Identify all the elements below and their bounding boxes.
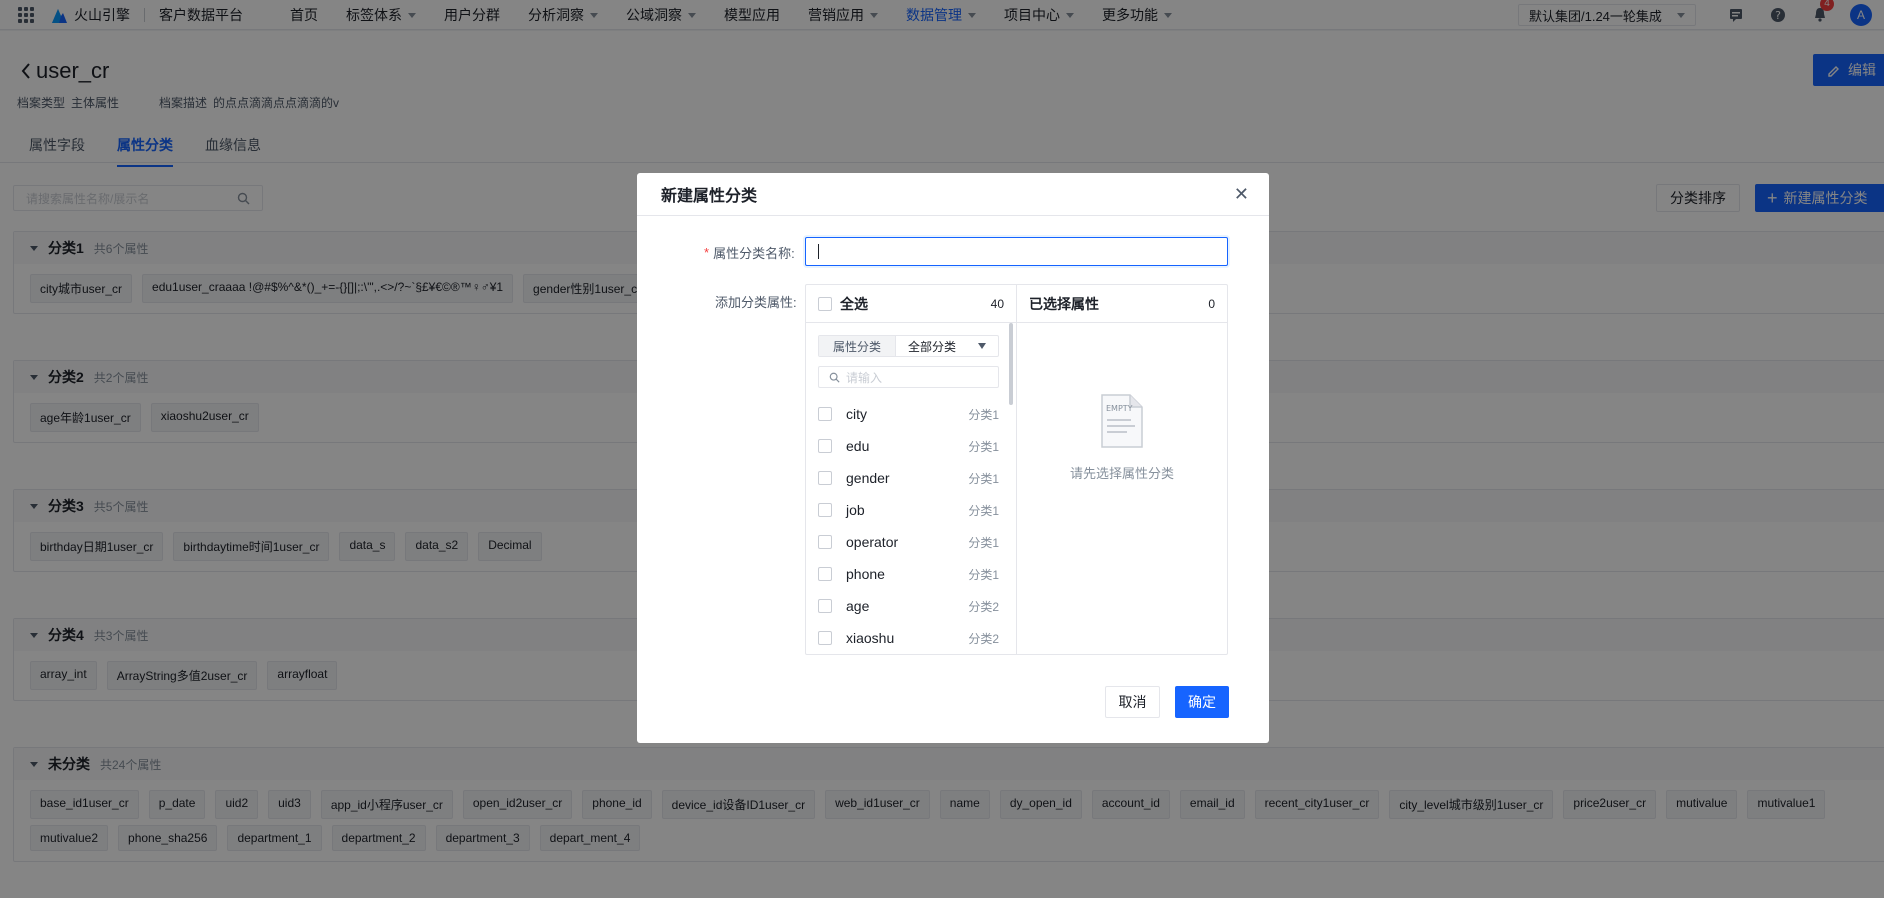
attribute-checkbox[interactable] [818,535,832,549]
add-attributes-label: 添加分类属性: [715,295,797,310]
attribute-name: job [846,502,865,518]
attribute-name: phone [846,566,885,582]
attribute-group: 分类1 [968,535,999,550]
attribute-list: city 分类1 edu 分类1 gender 分类1 job 分类1 operator 分类1 p… [818,398,999,654]
required-asterisk: * [704,245,710,260]
attribute-list-item[interactable]: age 分类2 [818,590,999,622]
category-filter-label: 属性分类 [819,336,896,356]
source-total-count: 40 [990,296,1004,311]
category-name-input[interactable] [805,237,1228,266]
select-all-checkbox[interactable] [818,296,832,311]
transfer-target-panel: 已选择属性 0 EMPTY 请先选择属性分类 [1017,285,1227,654]
attribute-checkbox[interactable] [818,439,832,453]
new-category-dialog: 新建属性分类 ✕ * 属性分类名称: 添加分类属性: 全选 40 属性分类 全部… [637,173,1269,743]
attribute-list-item[interactable]: job 分类1 [818,494,999,526]
attribute-group: 分类1 [968,503,999,518]
attribute-list-item[interactable]: city 分类1 [818,398,999,430]
attribute-checkbox[interactable] [818,407,832,421]
category-name-label: 属性分类名称: [713,246,795,261]
attribute-checkbox[interactable] [818,631,832,645]
attribute-group: 分类1 [968,471,999,486]
search-icon [829,372,840,383]
attribute-name: age [846,598,870,614]
attribute-group: 分类1 [968,407,999,422]
attribute-name: gender [846,470,890,486]
attribute-checkbox[interactable] [818,599,832,613]
attribute-name: city [846,406,867,422]
select-all-label: 全选 [840,295,868,312]
attribute-checkbox[interactable] [818,471,832,485]
caret-down-icon [978,343,986,349]
attribute-list-item[interactable]: operator 分类1 [818,526,999,558]
attribute-group: 分类1 [968,439,999,454]
empty-icon-text: EMPTY [1106,404,1133,413]
empty-document-icon: EMPTY [1101,394,1143,448]
confirm-button[interactable]: 确定 [1175,686,1229,718]
category-filter[interactable]: 属性分类 全部分类 [818,335,999,357]
attribute-group: 分类2 [968,599,999,614]
empty-text: 请先选择属性分类 [1069,466,1174,481]
attribute-checkbox[interactable] [818,567,832,581]
empty-state: EMPTY 请先选择属性分类 [1017,393,1227,482]
attribute-group: 分类2 [968,631,999,646]
list-scrollbar[interactable] [1009,323,1013,405]
attribute-name: edu [846,438,870,454]
cancel-button[interactable]: 取消 [1105,686,1160,718]
attribute-name: xiaoshu [846,630,895,646]
attribute-transfer: 全选 40 属性分类 全部分类 请输入 city 分类1 edu 分类1 gender 分… [805,284,1228,655]
attribute-list-item[interactable]: edu 分类1 [818,430,999,462]
attribute-name: operator [846,534,899,550]
attribute-list-item[interactable]: gender 分类1 [818,462,999,494]
attribute-checkbox[interactable] [818,503,832,517]
attribute-list-item[interactable]: phone 分类1 [818,558,999,590]
category-filter-value: 全部分类 [908,339,957,354]
selected-count: 0 [1208,296,1215,311]
attribute-group: 分类1 [968,567,999,582]
transfer-source-panel: 全选 40 属性分类 全部分类 请输入 city 分类1 edu 分类1 gender 分… [806,285,1017,654]
close-icon[interactable]: ✕ [1234,184,1249,205]
transfer-search-input[interactable]: 请输入 [818,366,999,388]
dialog-title: 新建属性分类 [661,188,758,205]
selected-title: 已选择属性 [1029,295,1099,312]
transfer-search-placeholder: 请输入 [846,370,883,385]
attribute-list-item[interactable]: xiaoshu 分类2 [818,622,999,654]
